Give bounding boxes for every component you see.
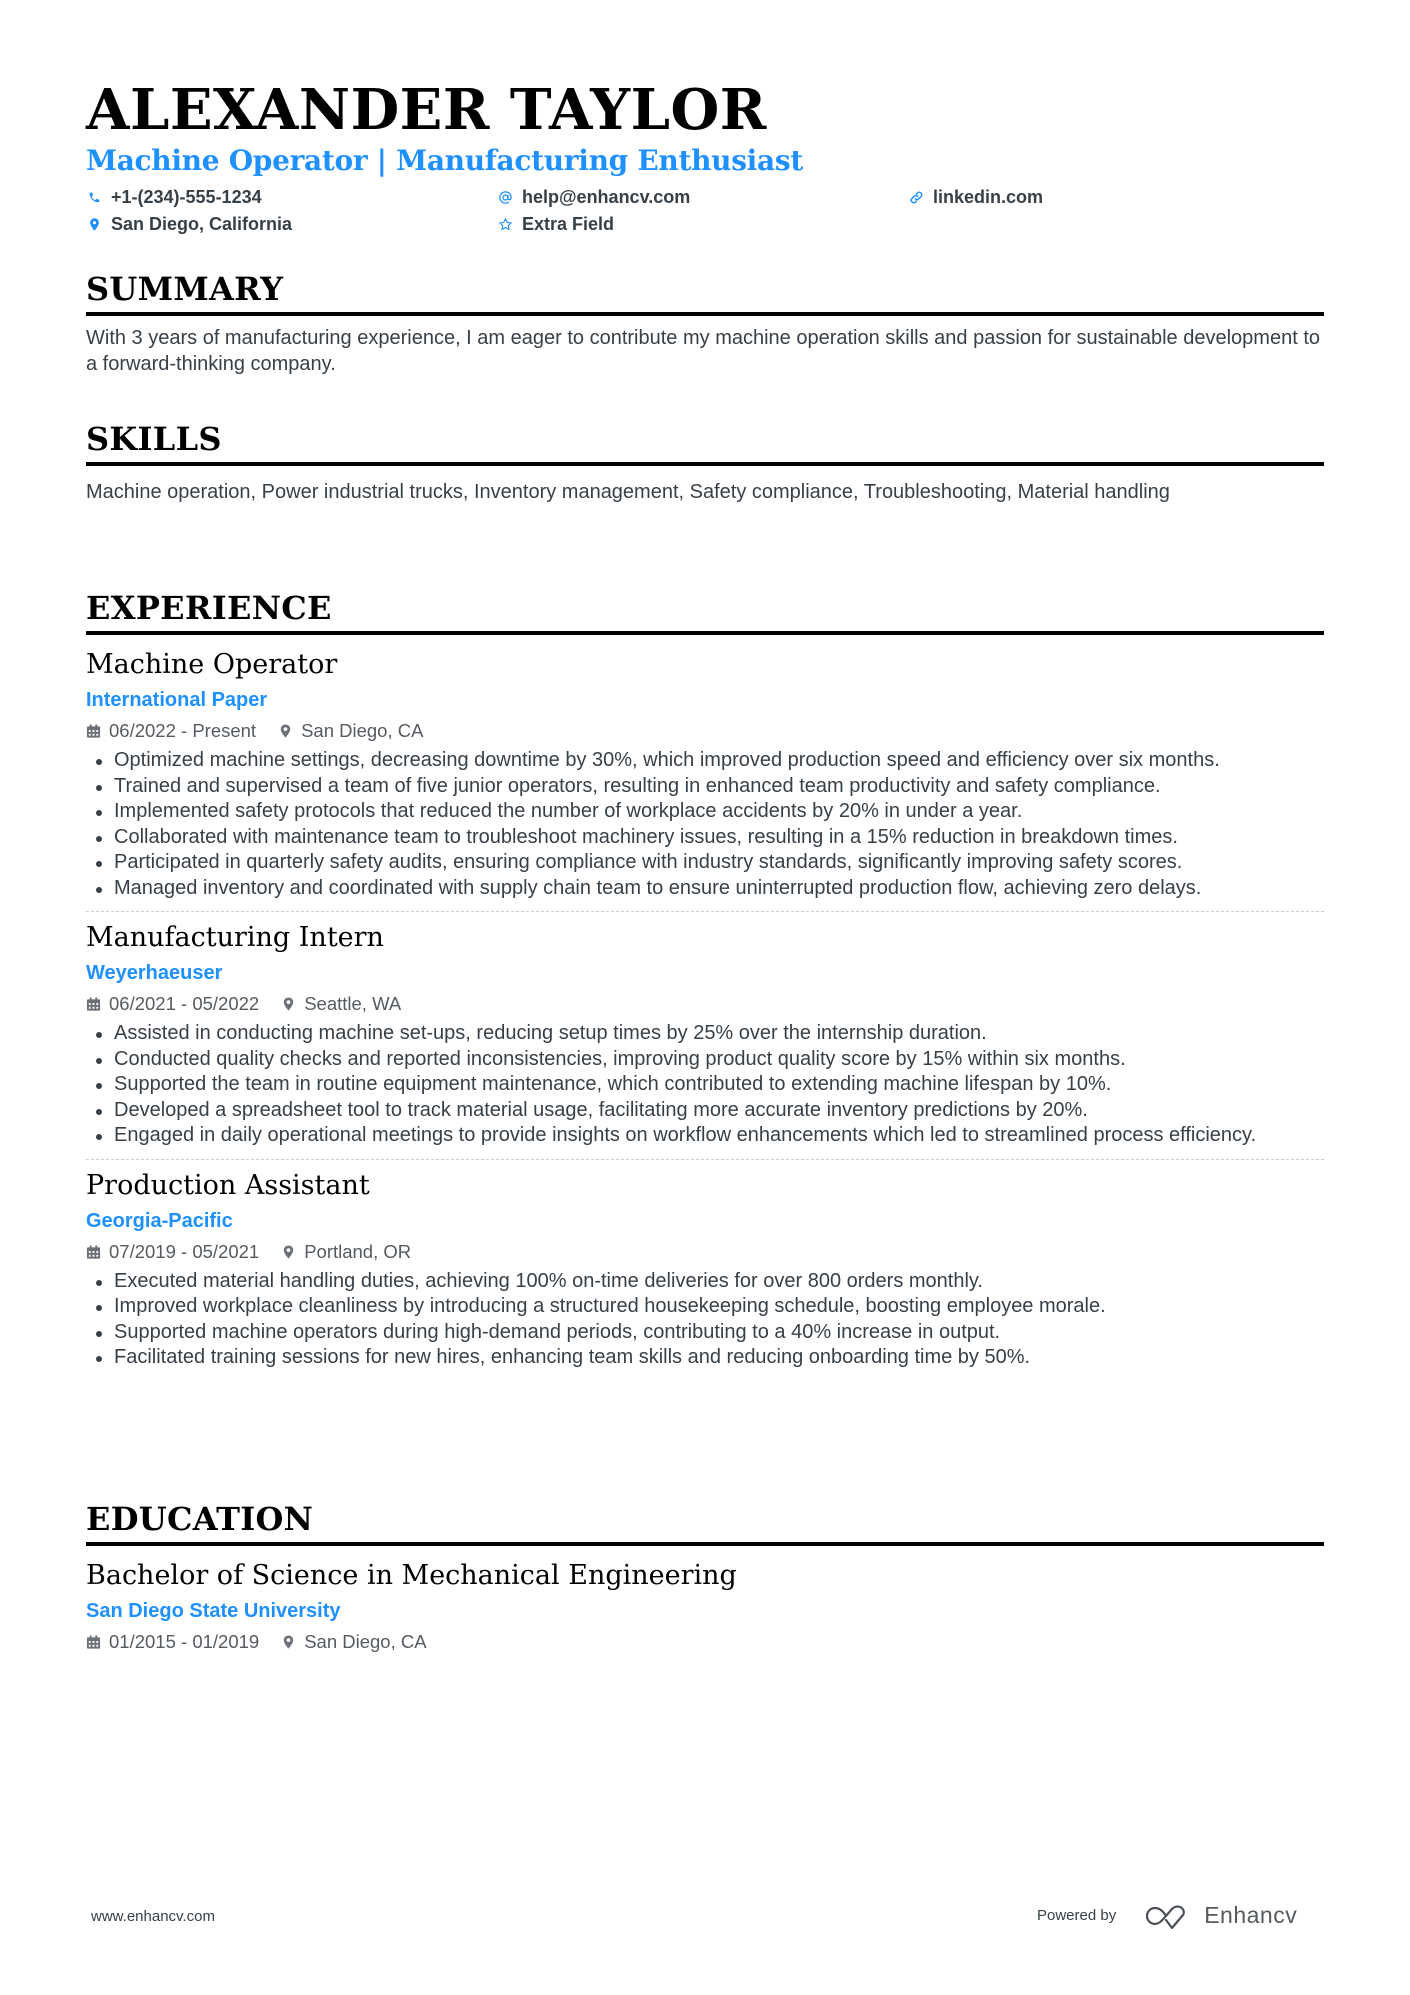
- contact-extra-field: Extra Field: [497, 211, 614, 237]
- experience-entry: Production Assistant Georgia-Pacific 07/…: [86, 1168, 1324, 1371]
- calendar-icon: [86, 1244, 101, 1260]
- contact-extra-field-text: Extra Field: [522, 213, 615, 234]
- bullet-item: Supported machine operators during high-…: [86, 1320, 1324, 1346]
- bullet-item: Supported the team in routine equipment …: [86, 1072, 1324, 1098]
- contact-linkedin[interactable]: linkedin.com: [908, 184, 1043, 210]
- degree-title: Bachelor of Science in Mechanical Engine…: [86, 1560, 737, 1591]
- enhancv-logo-text: Enhancv: [1204, 1902, 1298, 1928]
- candidate-name: ALEXANDER TAYLOR: [86, 77, 767, 143]
- bullet-item: Trained and supervised a team of five ju…: [86, 774, 1324, 800]
- section-divider: [86, 631, 1324, 635]
- summary-text: With 3 years of manufacturing experience…: [86, 327, 1320, 375]
- bullet-item: Engaged in daily operational meetings to…: [86, 1123, 1324, 1149]
- job-bullets: Assisted in conducting machine set-ups, …: [86, 1021, 1324, 1149]
- bullet-item: Assisted in conducting machine set-ups, …: [86, 1021, 1324, 1047]
- at-icon: [497, 188, 513, 206]
- bullet-item: Implemented safety protocols that reduce…: [86, 799, 1324, 825]
- contact-phone[interactable]: +1-(234)-555-1234: [86, 184, 262, 210]
- contact-phone-text: +1-(234)-555-1234: [111, 186, 262, 207]
- location-pin-icon: [278, 723, 293, 739]
- experience-heading: EXPERIENCE: [86, 589, 332, 627]
- footer-website-link[interactable]: www.enhancv.com: [91, 1908, 215, 1925]
- job-bullets: Executed material handling duties, achie…: [86, 1269, 1324, 1371]
- experience-entry: Manufacturing Intern Weyerhaeuser 06/202…: [86, 920, 1324, 1160]
- job-location: Seattle, WA: [304, 993, 402, 1014]
- bullet-item: Facilitated training sessions for new hi…: [86, 1345, 1324, 1371]
- bullet-item: Collaborated with maintenance team to tr…: [86, 825, 1324, 851]
- calendar-icon: [86, 1634, 101, 1650]
- education-entry: Bachelor of Science in Mechanical Engine…: [86, 1558, 1324, 1657]
- school-name[interactable]: San Diego State University: [86, 1596, 1324, 1626]
- bullet-item: Managed inventory and coordinated with s…: [86, 876, 1324, 902]
- powered-by-label: Powered by: [1037, 1907, 1117, 1924]
- section-divider: [86, 312, 1324, 316]
- education-dates: 01/2015 - 01/2019: [109, 1631, 260, 1652]
- location-pin-icon: [86, 215, 102, 233]
- education-location: San Diego, CA: [304, 1631, 427, 1652]
- summary-section: SUMMARY With 3 years of manufacturing ex…: [86, 270, 1324, 377]
- bullet-item: Improved workplace cleanliness by introd…: [86, 1294, 1324, 1320]
- skills-heading: SKILLS: [86, 420, 222, 458]
- experience-section: EXPERIENCE Machine Operator Internationa…: [86, 589, 1324, 1371]
- location-pin-icon: [281, 996, 296, 1012]
- entry-separator: [86, 1158, 1324, 1160]
- link-icon: [908, 188, 924, 206]
- contact-linkedin-text: linkedin.com: [933, 186, 1044, 207]
- job-meta: 06/2021 - 05/2022 Seattle, WA: [86, 989, 1324, 1019]
- job-dates: 06/2021 - 05/2022: [109, 993, 260, 1014]
- job-title: Production Assistant: [86, 1169, 370, 1201]
- summary-heading: SUMMARY: [86, 270, 284, 308]
- contact-email-text: help@enhancv.com: [522, 186, 691, 207]
- section-divider: [86, 462, 1324, 466]
- location-pin-icon: [281, 1244, 296, 1260]
- education-heading: EDUCATION: [86, 1500, 314, 1538]
- bullet-item: Developed a spreadsheet tool to track ma…: [86, 1098, 1324, 1124]
- skills-text: Machine operation, Power industrial truc…: [86, 481, 1170, 503]
- calendar-icon: [86, 996, 101, 1012]
- job-dates: 07/2019 - 05/2021: [109, 1240, 260, 1262]
- company-name[interactable]: Weyerhaeuser: [86, 958, 1324, 988]
- candidate-headline: Machine Operator | Manufacturing Enthusi…: [86, 144, 803, 177]
- job-title: Machine Operator: [86, 649, 338, 680]
- job-dates: 06/2022 - Present: [109, 720, 257, 741]
- education-section: EDUCATION Bachelor of Science in Mechani…: [86, 1500, 1324, 1657]
- experience-entry: Machine Operator International Paper 06/…: [86, 647, 1324, 912]
- section-divider: [86, 1542, 1324, 1546]
- bullet-item: Optimized machine settings, decreasing d…: [86, 748, 1324, 774]
- job-location: Portland, OR: [304, 1240, 412, 1262]
- contact-location: San Diego, California: [86, 211, 292, 237]
- job-location: San Diego, CA: [301, 720, 424, 741]
- bullet-item: Conducted quality checks and reported in…: [86, 1047, 1324, 1073]
- contact-email[interactable]: help@enhancv.com: [497, 184, 690, 210]
- job-bullets: Optimized machine settings, decreasing d…: [86, 748, 1324, 901]
- company-name[interactable]: International Paper: [86, 685, 1324, 715]
- contact-info: +1-(234)-555-1234 help@enhancv.com linke…: [86, 184, 1324, 240]
- company-name[interactable]: Georgia-Pacific: [86, 1206, 1324, 1236]
- star-icon: [497, 215, 513, 233]
- enhancv-logo-icon: [1146, 1905, 1186, 1929]
- location-pin-icon: [281, 1634, 296, 1650]
- contact-location-text: San Diego, California: [111, 213, 293, 234]
- bullet-item: Executed material handling duties, achie…: [86, 1269, 1324, 1295]
- education-meta: 01/2015 - 01/2019 San Diego, CA: [86, 1627, 1324, 1657]
- entry-separator: [86, 911, 1324, 912]
- job-meta: 07/2019 - 05/2021 Portland, OR: [86, 1237, 1324, 1267]
- calendar-icon: [86, 723, 101, 739]
- job-title: Manufacturing Intern: [86, 922, 384, 953]
- job-meta: 06/2022 - Present San Diego, CA: [86, 716, 1324, 746]
- bullet-item: Participated in quarterly safety audits,…: [86, 850, 1324, 876]
- footer-branding[interactable]: Powered by Enhancv: [1037, 1902, 1297, 1929]
- skills-section: SKILLS Machine operation, Power industri…: [86, 420, 1324, 506]
- phone-icon: [86, 188, 102, 206]
